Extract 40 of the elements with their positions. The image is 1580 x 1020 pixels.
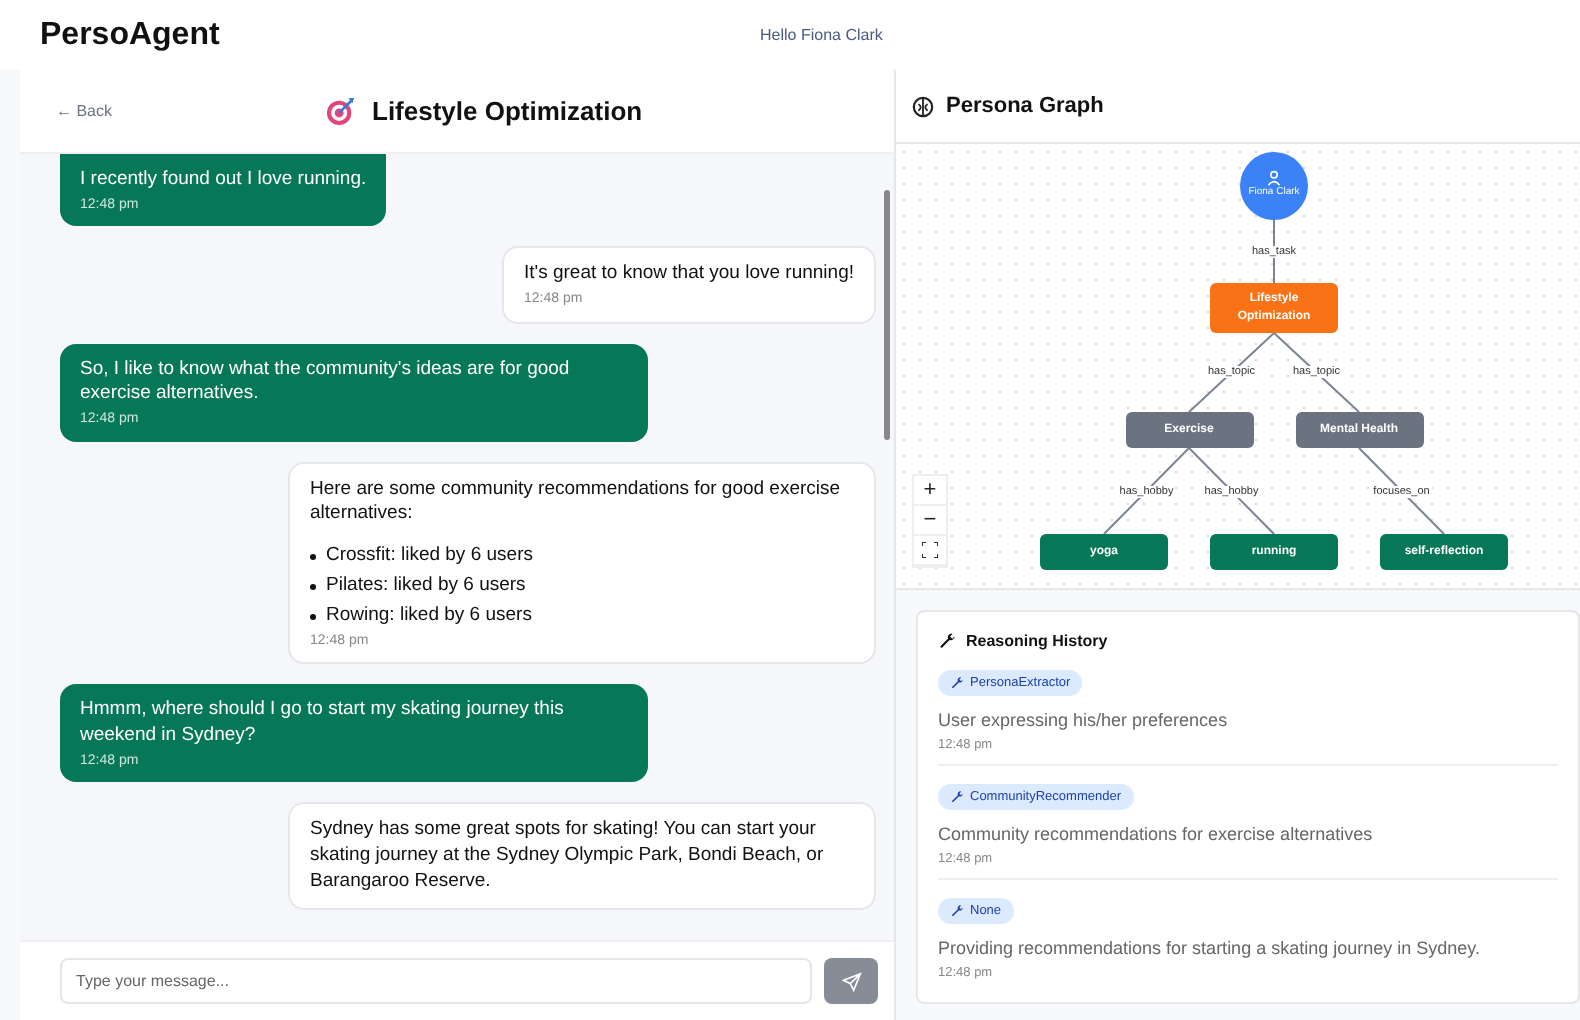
- message-text: Sydney has some great spots for skating! You can start your skating journey at the Sydney Olympic Park, Bondi Beach, or Barangaroo Reserve.: [310, 818, 826, 896]
- target-icon: [326, 96, 356, 126]
- message-input[interactable]: Type your message...: [60, 958, 812, 1004]
- graph-edge: [1188, 332, 1275, 413]
- wrench-icon: [938, 632, 956, 650]
- greeting-text: Hello Fiona Clark: [760, 26, 883, 44]
- message-text: So, I like to know what the community's ideas are for good exercise alternatives.: [80, 357, 572, 409]
- app-title: PersoAgent: [40, 17, 222, 53]
- chat-title: Lifestyle Optimization: [372, 96, 643, 126]
- message-text: Here are some community recommendations for good exercise alternatives:: [310, 477, 843, 529]
- wrench-icon: [950, 904, 964, 918]
- message-text: I recently found out I love running.: [80, 168, 367, 194]
- graph-edge: [1273, 332, 1360, 413]
- bullet-icon: [310, 554, 316, 561]
- reasoning-text: Community recommendations for exercise alternatives: [938, 824, 1375, 844]
- wrench-icon: [950, 676, 964, 690]
- bullet-icon: [310, 613, 316, 620]
- reasoning-text: User expressing his/her preferences: [938, 710, 1230, 730]
- graph-edge: [1273, 219, 1275, 284]
- brain-icon: [912, 95, 934, 117]
- message-text: It's great to know that you love running!: [524, 262, 854, 289]
- fullscreen-icon: [922, 542, 938, 558]
- card-title: Reasoning History: [966, 632, 1108, 650]
- person-icon: [1266, 170, 1282, 187]
- list-item: Pilates: liked by 6 users: [326, 574, 526, 600]
- list-item: Rowing: liked by 6 users: [326, 603, 532, 630]
- back-link[interactable]: ← Back: [56, 102, 326, 120]
- send-button[interactable]: [824, 958, 878, 1004]
- scrollbar[interactable]: [884, 190, 890, 440]
- list-item: Crossfit: liked by 6 users: [326, 544, 533, 570]
- message-text: Hmmm, where should I go to start my skating journey this weekend in Sydney?: [80, 698, 566, 750]
- graph-edge: [1358, 447, 1445, 535]
- panel-title: Persona Graph: [946, 94, 1104, 118]
- fit-view-button[interactable]: [914, 536, 946, 566]
- send-icon: [841, 971, 861, 991]
- wrench-icon: [950, 790, 964, 804]
- graph-edge: [1188, 447, 1275, 535]
- bullet-icon: [310, 583, 316, 590]
- graph-edge: [1103, 447, 1190, 535]
- reasoning-text: Providing recommendations for starting a skating journey in Sydney.: [938, 938, 1482, 958]
